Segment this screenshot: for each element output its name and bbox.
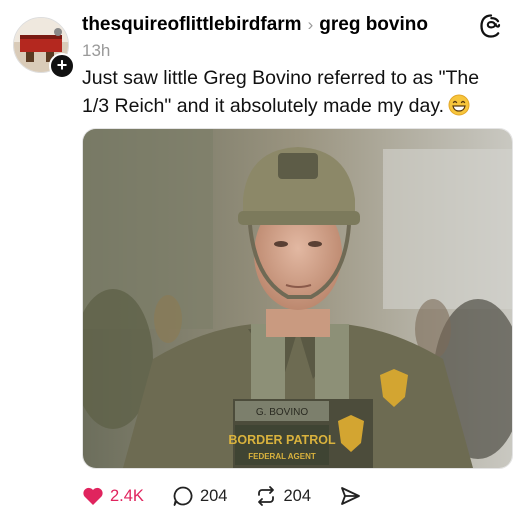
post-image[interactable]: G. BOVINO BORDER PATROL FEDERAL AGENT — [82, 128, 513, 469]
repost-count: 204 — [283, 486, 312, 505]
reply-button[interactable]: 204 — [172, 485, 228, 507]
threads-logo-icon[interactable] — [478, 13, 504, 39]
avatar[interactable]: + — [13, 17, 75, 79]
follow-plus-icon[interactable]: + — [49, 53, 75, 79]
patch-line2: FEDERAL AGENT — [248, 452, 316, 461]
repost-button[interactable]: 204 — [255, 485, 311, 507]
post-header: thesquireoflittlebirdfarm › greg bovino — [82, 14, 466, 36]
like-button[interactable]: 2.4K — [82, 486, 144, 506]
post-time: 13h — [82, 41, 111, 60]
patch-line1: BORDER PATROL — [228, 433, 336, 447]
recipient-name[interactable]: greg bovino — [319, 14, 428, 35]
share-button[interactable] — [339, 485, 367, 507]
chevron-right-icon: › — [307, 15, 314, 34]
share-icon — [341, 487, 360, 505]
author-name[interactable]: thesquireoflittlebirdfarm — [82, 14, 302, 35]
heart-icon — [83, 487, 103, 505]
reply-count: 204 — [199, 486, 228, 505]
post-text-content: Just saw little Greg Bovino referred to … — [82, 67, 480, 117]
reply-icon — [173, 486, 193, 506]
like-count: 2.4K — [110, 486, 144, 505]
name-tape-text: G. BOVINO — [256, 407, 308, 418]
repost-icon — [258, 486, 275, 506]
action-bar: 2.4K 204 204 — [82, 483, 395, 509]
post-text: Just saw little Greg Bovino referred to … — [82, 64, 492, 120]
grinning-face-emoji-icon — [448, 94, 470, 116]
